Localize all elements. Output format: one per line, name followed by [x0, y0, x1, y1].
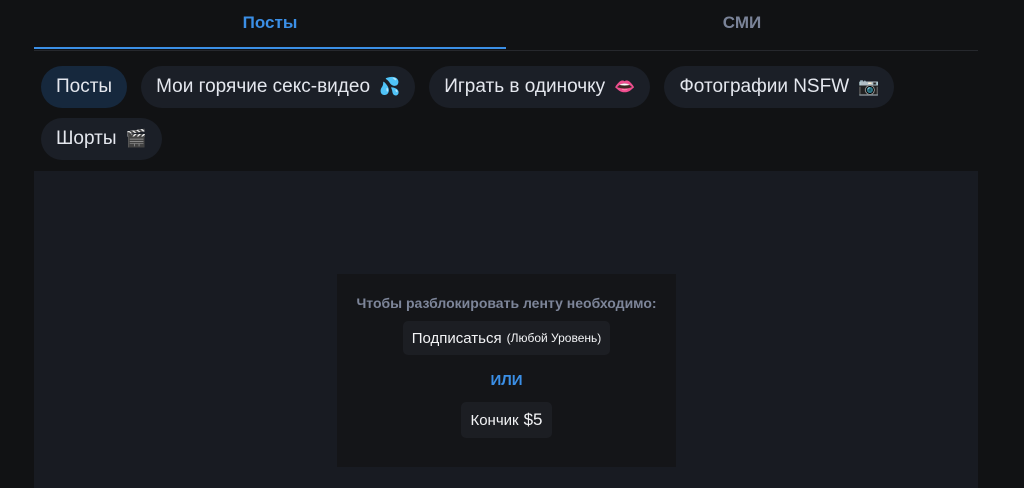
or-divider: ИЛИ: [490, 372, 523, 389]
lips-icon: 👄: [614, 77, 636, 96]
unlock-title: Чтобы разблокировать ленту необходимо:: [356, 295, 657, 311]
chip-label: Играть в одиночку: [444, 76, 606, 97]
chip-posts[interactable]: Посты: [41, 66, 128, 108]
tip-label: Кончик: [470, 411, 519, 429]
tip-amount: $5: [523, 410, 543, 429]
chip-shorts[interactable]: Шорты 🎬: [41, 118, 162, 160]
chip-solo-play[interactable]: Играть в одиночку 👄: [429, 66, 651, 108]
chip-label: Посты: [56, 76, 113, 97]
tab-media[interactable]: СМИ: [506, 0, 978, 46]
unlock-panel: Чтобы разблокировать ленту необходимо: П…: [337, 274, 676, 467]
sweat-droplets-icon: 💦: [379, 77, 401, 96]
category-chips: Посты Мои горячие секс-видео 💦 Играть в …: [41, 66, 981, 160]
chip-label: Фотографии NSFW: [679, 76, 850, 97]
tab-posts[interactable]: Посты: [34, 0, 506, 49]
subscribe-button[interactable]: Подписаться (Любой Уровень): [402, 321, 611, 355]
chip-label: Мои горячие секс-видео: [156, 76, 371, 97]
clapperboard-icon: 🎬: [125, 129, 147, 148]
camera-icon: 📷: [858, 77, 880, 96]
chip-label: Шорты: [56, 128, 117, 149]
subscribe-label: Подписаться: [411, 329, 502, 347]
tip-button[interactable]: Кончик $5: [461, 402, 552, 438]
subscribe-tier-note: (Любой Уровень): [506, 331, 602, 345]
content-tabs: Посты СМИ: [34, 0, 978, 51]
chip-nsfw-photos[interactable]: Фотографии NSFW 📷: [664, 66, 895, 108]
page: Посты СМИ Посты Мои горячие секс-видео 💦…: [0, 0, 1024, 488]
chip-hot-videos[interactable]: Мои горячие секс-видео 💦: [141, 66, 416, 108]
